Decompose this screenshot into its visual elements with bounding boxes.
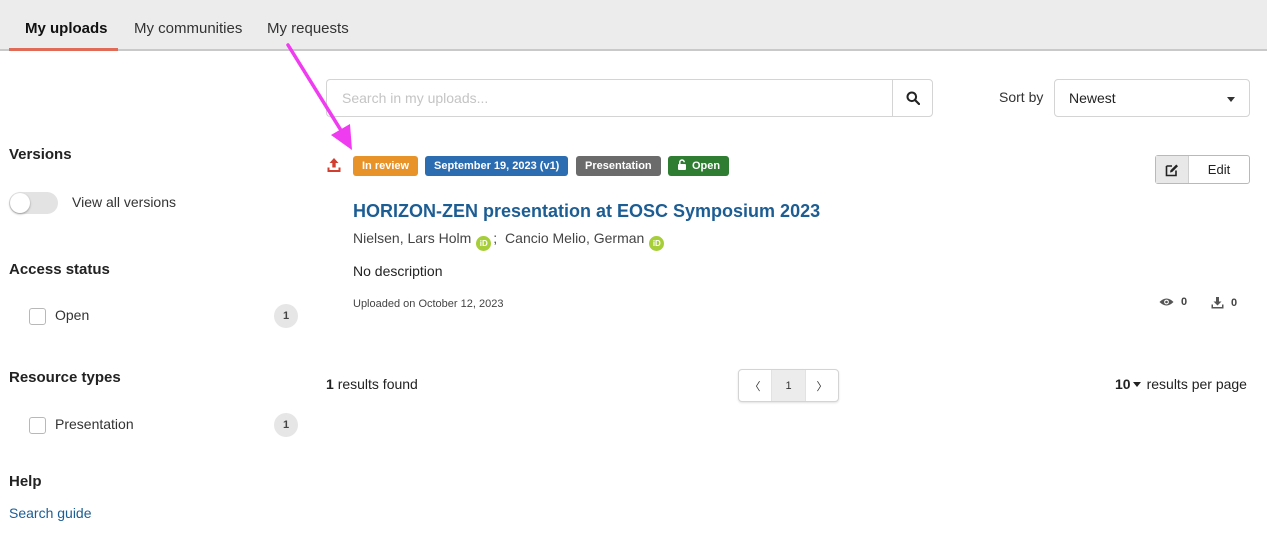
search-guide-link[interactable]: Search guide <box>9 505 92 521</box>
access-status-heading: Access status <box>9 261 110 278</box>
presentation-type-checkbox[interactable] <box>29 417 46 434</box>
results-per-page: 10 results per page <box>1115 376 1247 392</box>
resource-type-badge: Presentation <box>576 156 661 176</box>
pagination: 〈 1 〉 <box>738 369 839 402</box>
presentation-type-label: Presentation <box>55 416 134 432</box>
access-status-label: Open <box>692 160 721 172</box>
sort-select[interactable]: Newest <box>1054 79 1250 117</box>
publication-date-badge: September 19, 2023 (v1) <box>425 156 569 176</box>
creator-name[interactable]: Cancio Melio, German <box>505 230 644 246</box>
edit-button[interactable]: Edit <box>1155 155 1250 184</box>
sort-select-value: Newest <box>1069 90 1116 106</box>
downloads-stat: 0 <box>1211 296 1237 309</box>
orcid-icon[interactable]: iD <box>649 236 665 251</box>
search-input[interactable] <box>326 79 893 117</box>
tab-my-requests[interactable]: My requests <box>267 20 349 37</box>
resource-types-heading: Resource types <box>9 369 121 386</box>
results-found-text: results found <box>337 376 418 392</box>
uploaded-date: Uploaded on October 12, 2023 <box>353 298 504 310</box>
chevron-down-icon <box>1227 97 1235 102</box>
in-review-badge: In review <box>353 156 419 176</box>
views-count: 0 <box>1181 296 1188 308</box>
views-stat: 0 <box>1159 296 1187 308</box>
next-page-button[interactable]: 〉 <box>806 370 838 401</box>
presentation-type-count: 1 <box>274 413 298 437</box>
upload-icon <box>327 158 341 172</box>
results-per-page-dropdown[interactable]: 10 <box>1115 376 1147 392</box>
eye-icon <box>1159 298 1174 306</box>
view-all-versions-label: View all versions <box>72 194 177 210</box>
unlock-icon <box>678 159 686 170</box>
results-per-page-value: 10 <box>1115 376 1131 392</box>
open-access-count: 1 <box>274 304 298 328</box>
access-status-badge: Open <box>668 156 730 176</box>
open-access-checkbox[interactable] <box>29 308 46 325</box>
edit-icon-box <box>1156 156 1189 183</box>
help-heading: Help <box>9 473 42 490</box>
search-button[interactable] <box>892 79 933 117</box>
sort-by-label: Sort by <box>999 89 1044 105</box>
creator-separator: ; <box>493 230 498 246</box>
results-found-count: 1 <box>326 376 334 392</box>
edit-icon <box>1165 164 1178 176</box>
creator-name[interactable]: Nielsen, Lars Holm <box>353 230 471 246</box>
tab-my-uploads[interactable]: My uploads <box>25 20 108 37</box>
previous-page-button[interactable]: 〈 <box>739 370 771 401</box>
versions-heading: Versions <box>9 146 72 163</box>
record-title-link[interactable]: HORIZON-ZEN presentation at EOSC Symposi… <box>353 201 820 222</box>
tab-bar: My uploads My communities My requests <box>0 0 1267 51</box>
edit-button-label: Edit <box>1207 162 1231 177</box>
orcid-icon[interactable]: iD <box>476 236 492 251</box>
tab-my-communities[interactable]: My communities <box>134 20 242 37</box>
download-icon <box>1211 297 1224 309</box>
toggle-knob <box>10 193 30 213</box>
creators-list: Nielsen, Lars Holm iD; Cancio Melio, Germ… <box>353 230 666 251</box>
search-icon <box>906 91 920 105</box>
current-page-button[interactable]: 1 <box>771 370 806 401</box>
downloads-count: 0 <box>1231 296 1238 309</box>
results-per-page-text: results per page <box>1146 376 1247 392</box>
view-all-versions-toggle[interactable] <box>9 192 58 214</box>
results-found: 1 results found <box>326 376 418 392</box>
record-description: No description <box>353 263 443 279</box>
active-tab-indicator <box>9 48 118 51</box>
caret-down-icon <box>1132 382 1141 387</box>
open-access-label: Open <box>55 307 90 323</box>
